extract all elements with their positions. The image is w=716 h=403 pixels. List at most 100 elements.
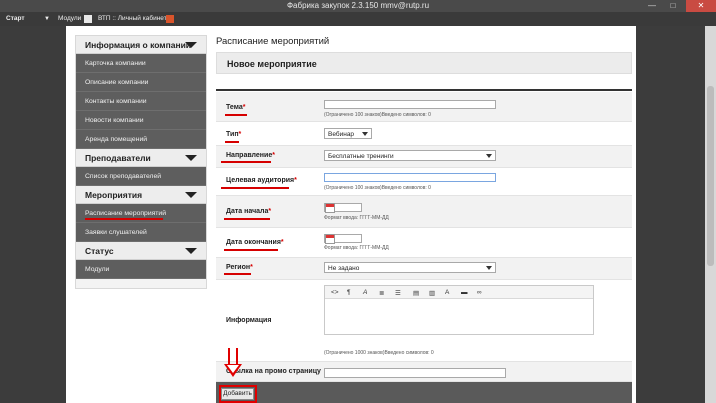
sidebar-item-events-schedule[interactable]: Расписание мероприятий	[76, 204, 206, 223]
editor-toolbar: <> ¶ A ≣ ☰ ▤ ▥ A ▬ ∞	[325, 286, 593, 299]
divider	[216, 89, 632, 91]
close-button[interactable]: ✕	[686, 0, 716, 12]
required-mark: *	[268, 208, 272, 215]
start-date-hint: Формат ввода: ГГГГ-ММ-ДД	[324, 215, 389, 221]
sidebar-item-company-contacts[interactable]: Контакты компании	[76, 92, 206, 111]
sidebar-item-label: Контакты компании	[85, 98, 147, 105]
start-menu[interactable]: Старт	[6, 15, 25, 22]
annotation-underline	[85, 218, 163, 220]
type-label-text: Тип	[226, 131, 239, 138]
region-label-text: Регион	[226, 264, 251, 271]
chevron-down-icon	[362, 132, 368, 136]
end-date-label-text: Дата окончания	[226, 239, 281, 246]
annotation-underline	[225, 141, 239, 143]
window-icon[interactable]	[84, 15, 92, 23]
annotation-underline	[221, 187, 289, 189]
start-date-label-text: Дата начала	[226, 208, 269, 215]
sidebar-section-teachers[interactable]: Преподаватели	[76, 149, 206, 167]
required-mark: *	[250, 264, 253, 271]
link-icon[interactable]: ∞	[477, 289, 482, 296]
sidebar-item-company-news[interactable]: Новости компании	[76, 111, 206, 130]
topic-label-text: Тема	[226, 104, 243, 111]
direction-label: Направление*	[226, 152, 275, 159]
sidebar-item-label: Карточка компании	[85, 60, 146, 67]
list-icon[interactable]: ≣	[379, 289, 384, 297]
text-color-icon[interactable]: A	[445, 289, 449, 296]
annotation-underline	[221, 161, 271, 163]
end-date-label: Дата окончания*	[226, 239, 284, 246]
required-mark: *	[280, 239, 284, 246]
rich-text-editor[interactable]: <> ¶ A ≣ ☰ ▤ ▥ A ▬ ∞	[324, 285, 594, 335]
annotation-arrow-head-inner	[227, 365, 239, 373]
sidebar-item-teachers-list[interactable]: Список преподавателей	[76, 167, 206, 186]
region-label: Регион*	[226, 264, 253, 271]
paragraph-icon[interactable]: ¶	[347, 289, 351, 296]
cabinet-tab[interactable]: ВТП :: Личный кабинет	[98, 15, 167, 22]
type-select-value: Вебинар	[328, 131, 355, 138]
sidebar-item-company-card[interactable]: Карточка компании	[76, 54, 206, 73]
table-icon[interactable]: ▥	[429, 289, 435, 297]
minimize-button[interactable]: —	[643, 0, 661, 12]
sidebar-item-listener-requests[interactable]: Заявки слушателей	[76, 223, 206, 242]
sidebar-item-label: Список преподавателей	[85, 173, 162, 180]
section-title: Информация о компании	[85, 40, 192, 50]
maximize-button[interactable]: □	[664, 0, 682, 12]
collapse-icon[interactable]	[185, 248, 197, 254]
region-select-value: Не задано	[328, 265, 360, 272]
end-date-hint: Формат ввода: ГГГГ-ММ-ДД	[324, 245, 389, 251]
annotation-underline	[224, 249, 278, 251]
source-icon[interactable]: <>	[331, 289, 339, 296]
top-navbar: Старт ▼ Модули ВТП :: Личный кабинет	[0, 12, 716, 26]
direction-select[interactable]: Бесплатные тренинги	[324, 150, 496, 161]
calendar-icon[interactable]	[325, 234, 335, 244]
sidebar-item-label: Новости компании	[85, 117, 144, 124]
close-tab-icon[interactable]	[166, 15, 174, 23]
annotation-underline	[225, 114, 247, 116]
audience-input[interactable]	[324, 173, 496, 182]
line-icon[interactable]: ▬	[461, 289, 468, 296]
sidebar: Информация о компании Карточка компании …	[75, 35, 207, 289]
scrollbar-thumb[interactable]	[707, 86, 714, 266]
chevron-down-icon[interactable]: ▼	[44, 16, 50, 22]
sidebar-item-label: Расписание мероприятий	[85, 210, 167, 217]
align-icon[interactable]: ☰	[395, 289, 401, 297]
type-label: Тип*	[226, 131, 241, 138]
collapse-icon[interactable]	[185, 42, 197, 48]
annotation-underline	[224, 273, 251, 275]
calendar-icon[interactable]	[325, 203, 335, 213]
region-select[interactable]: Не задано	[324, 262, 496, 273]
vertical-scrollbar[interactable]	[705, 26, 716, 403]
sidebar-item-modules[interactable]: Модули	[76, 260, 206, 279]
chevron-down-icon	[486, 266, 492, 270]
topic-hint: (Ограничено 100 знаков)Введено символов:…	[324, 112, 431, 118]
required-mark: *	[272, 152, 275, 159]
window-title: Фабрика закупок 2.3.150 mmv@rutp.ru	[286, 1, 430, 10]
info-label: Информация	[226, 317, 272, 324]
topic-label: Тема*	[226, 104, 245, 111]
page-title: Расписание мероприятий	[216, 36, 330, 47]
sidebar-item-rent[interactable]: Аренда помещений	[76, 130, 206, 149]
form-row-start-date	[216, 196, 632, 228]
font-icon[interactable]: A	[363, 289, 367, 296]
collapse-icon[interactable]	[185, 155, 197, 161]
info-hint: (Ограничено 1000 знаков)Введено символов…	[324, 350, 434, 356]
collapse-icon[interactable]	[185, 192, 197, 198]
form-header: Новое мероприятие	[216, 52, 632, 74]
sidebar-section-company[interactable]: Информация о компании	[76, 36, 206, 54]
audience-label: Целевая аудитория*	[226, 177, 297, 184]
sidebar-item-company-description[interactable]: Описание компании	[76, 73, 206, 92]
sidebar-item-label: Заявки слушателей	[85, 229, 147, 236]
sidebar-section-events[interactable]: Мероприятия	[76, 186, 206, 204]
modules-link[interactable]: Модули	[58, 15, 81, 22]
form-row-type	[216, 122, 632, 146]
annotation-frame	[219, 385, 257, 403]
topic-input[interactable]	[324, 100, 496, 109]
audience-label-text: Целевая аудитория	[226, 177, 295, 184]
required-mark: *	[238, 131, 242, 138]
type-select[interactable]: Вебинар	[324, 128, 372, 139]
sidebar-section-status[interactable]: Статус	[76, 242, 206, 260]
section-title: Преподаватели	[85, 153, 151, 163]
direction-label-text: Направление	[226, 152, 273, 159]
image-icon[interactable]: ▤	[413, 289, 419, 297]
promo-input[interactable]	[324, 368, 506, 378]
